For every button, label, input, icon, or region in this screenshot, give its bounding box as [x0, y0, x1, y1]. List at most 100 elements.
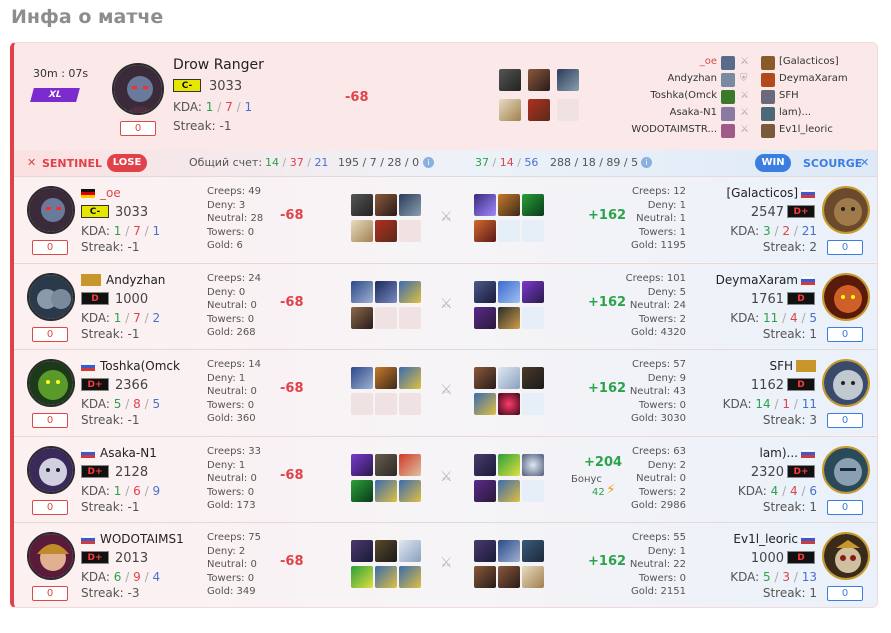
item-icon[interactable]	[351, 194, 373, 216]
roster-right-name[interactable]: Ev1l_leoric	[779, 124, 833, 135]
item-icon[interactable]	[375, 566, 397, 588]
roster-left-name[interactable]: Toshka(Omck	[650, 90, 717, 101]
rating-delta: -68	[280, 468, 304, 483]
item-icon[interactable]	[375, 281, 397, 303]
rating: 1000	[115, 292, 149, 307]
item-icon[interactable]	[474, 220, 496, 242]
player-name[interactable]: lam)...	[714, 446, 798, 460]
kda: KDA: 3 / 2 / 21	[730, 224, 817, 238]
player-avatar[interactable]	[822, 359, 870, 407]
item-icon[interactable]	[474, 194, 496, 216]
item-icon[interactable]	[498, 194, 520, 216]
item-icon[interactable]	[399, 367, 421, 389]
item-icon[interactable]	[399, 566, 421, 588]
streak-box: 0	[827, 240, 863, 255]
empty-item-slot	[522, 393, 544, 415]
item-icon[interactable]	[499, 69, 521, 91]
item-icon[interactable]	[498, 367, 520, 389]
item-icon[interactable]	[351, 480, 373, 502]
item-icon[interactable]	[375, 454, 397, 476]
item-icon[interactable]	[375, 367, 397, 389]
item-icon[interactable]	[522, 454, 544, 476]
item-icon[interactable]	[498, 307, 520, 329]
roster-left-name[interactable]: WODOTAIMSTR...	[631, 124, 717, 135]
player-name[interactable]: SFH	[714, 359, 793, 373]
item-icon[interactable]	[474, 540, 496, 562]
player-name[interactable]: Andyzhan	[106, 273, 165, 287]
item-icon[interactable]	[498, 393, 520, 415]
item-icon[interactable]	[399, 454, 421, 476]
streak-box: 0	[827, 327, 863, 342]
roster-right-name[interactable]: SFH	[779, 90, 799, 101]
roster-left-name[interactable]: Asaka-N1	[670, 107, 717, 118]
player-name[interactable]: Asaka-N1	[100, 446, 157, 460]
player-name[interactable]: WODOTAIMS1	[100, 532, 184, 546]
item-icon[interactable]	[399, 194, 421, 216]
item-icon[interactable]	[375, 220, 397, 242]
player-name[interactable]: [Galacticos]	[714, 186, 798, 200]
item-icon[interactable]	[499, 99, 521, 121]
item-icon[interactable]	[474, 480, 496, 502]
player-avatar[interactable]	[27, 532, 75, 580]
item-icon[interactable]	[399, 540, 421, 562]
player-avatar[interactable]	[27, 446, 75, 494]
item-icon[interactable]	[474, 454, 496, 476]
item-icon[interactable]	[474, 281, 496, 303]
item-icon[interactable]	[375, 540, 397, 562]
item-icon[interactable]	[522, 367, 544, 389]
info-icon[interactable]: i	[423, 157, 434, 168]
item-icon[interactable]	[522, 281, 544, 303]
player-name[interactable]: Ev1l_leoric	[714, 532, 798, 546]
roster-right-name[interactable]: lam)...	[779, 107, 811, 118]
rating-delta: -68	[345, 90, 369, 105]
item-icon[interactable]	[522, 540, 544, 562]
item-icon[interactable]	[375, 194, 397, 216]
item-icon[interactable]	[498, 480, 520, 502]
item-icon[interactable]	[522, 566, 544, 588]
item-icon[interactable]	[351, 220, 373, 242]
item-icon[interactable]	[498, 454, 520, 476]
player-name[interactable]: _oe	[100, 186, 121, 200]
item-icon[interactable]	[474, 367, 496, 389]
item-icon[interactable]	[351, 540, 373, 562]
info-icon[interactable]: i	[641, 157, 652, 168]
player-avatar[interactable]	[822, 446, 870, 494]
item-icon[interactable]	[522, 194, 544, 216]
player-avatar[interactable]	[27, 273, 75, 321]
item-icon[interactable]	[528, 99, 550, 121]
item-icon[interactable]	[557, 69, 579, 91]
item-icon[interactable]	[474, 307, 496, 329]
hero-portrait[interactable]	[112, 63, 164, 115]
item-icon[interactable]	[528, 69, 550, 91]
player-name[interactable]: Toshka(Omck	[100, 359, 180, 373]
roster-left-name[interactable]: _oe	[700, 56, 717, 67]
flag-icon	[81, 449, 95, 458]
rating: 2128	[115, 465, 149, 480]
roster-left-name[interactable]: Andyzhan	[668, 73, 718, 84]
item-icon[interactable]	[351, 566, 373, 588]
item-icon[interactable]	[474, 393, 496, 415]
item-icon[interactable]	[474, 566, 496, 588]
roster-right-name[interactable]: DeymaXaram	[779, 73, 848, 84]
item-icon[interactable]	[399, 281, 421, 303]
player-avatar[interactable]	[822, 273, 870, 321]
win-badge: WIN	[755, 154, 791, 172]
item-icon[interactable]	[399, 480, 421, 502]
item-icon[interactable]	[498, 281, 520, 303]
player-avatar[interactable]	[27, 186, 75, 234]
roster-right-name[interactable]: [Galacticos]	[779, 56, 839, 67]
player-avatar[interactable]	[27, 359, 75, 407]
item-icon[interactable]	[375, 480, 397, 502]
player-row: 0 Andyzhan D 1000 KDA: 1 / 7 / 2 Streak:…	[14, 263, 877, 349]
player-avatar[interactable]	[822, 186, 870, 234]
item-icon[interactable]	[498, 540, 520, 562]
item-icon[interactable]	[351, 454, 373, 476]
item-icon[interactable]	[351, 281, 373, 303]
player-name[interactable]: DeymaXaram	[704, 273, 798, 287]
match-duration: 30m : 07s	[33, 67, 89, 80]
item-icon[interactable]	[351, 367, 373, 389]
player-avatar[interactable]	[822, 532, 870, 580]
item-icon[interactable]	[351, 307, 373, 329]
item-icon[interactable]	[498, 566, 520, 588]
kda: KDA: 1 / 7 / 2	[81, 311, 161, 325]
